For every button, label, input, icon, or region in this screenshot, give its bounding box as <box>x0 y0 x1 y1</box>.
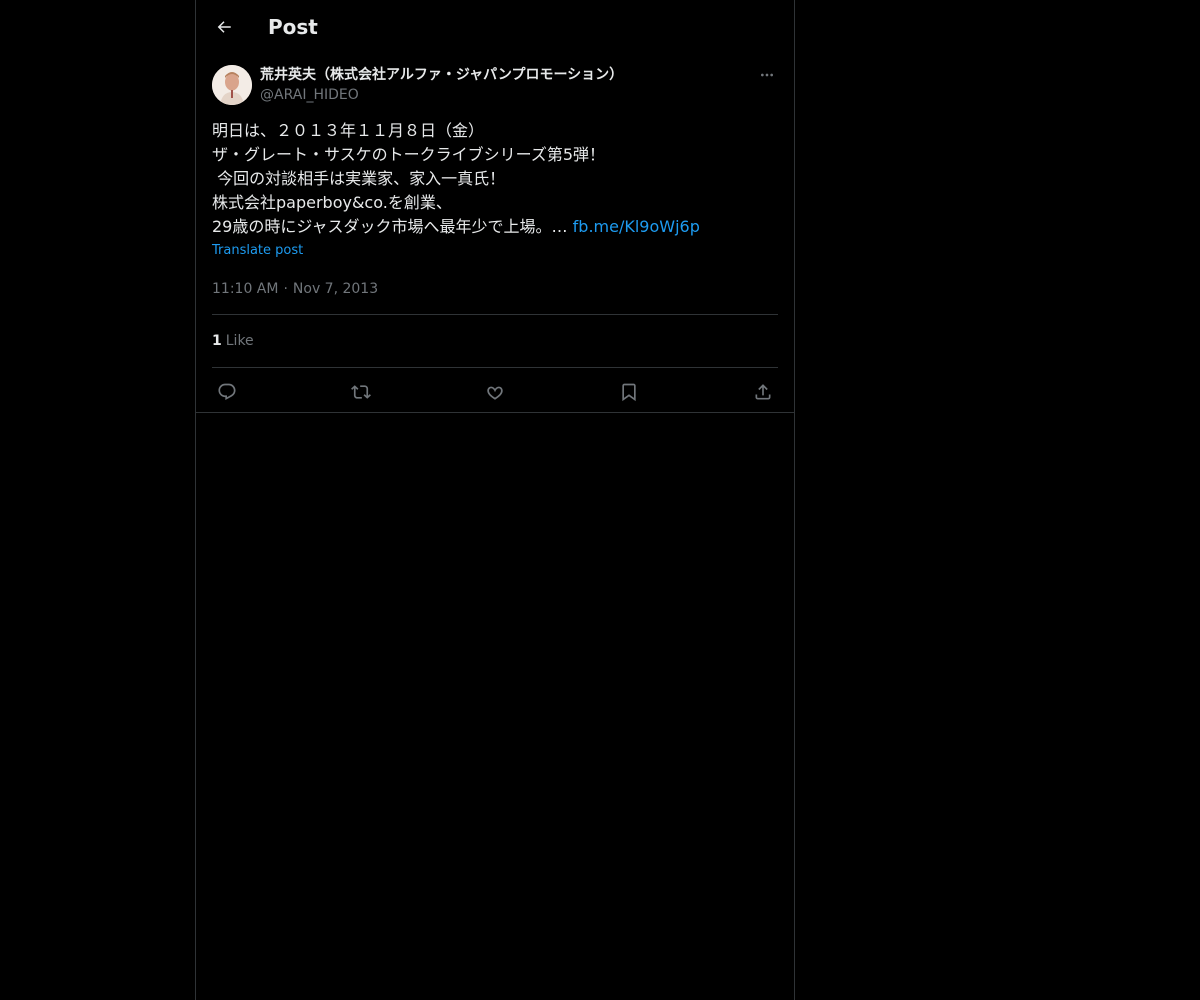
post: 荒井英夫（株式会社アルファ・ジャパンプロモーション） @ARAI_HIDEO 明… <box>196 64 794 415</box>
post-line: 今回の対談相手は実業家、家入一真氏！ <box>212 169 506 188</box>
post-link[interactable]: fb.me/Kl9oWj6p <box>573 217 700 236</box>
post-line: 明日は、２０１３年１１月８日（金） <box>212 121 485 140</box>
post-last-line: 29歳の時にジャスダック市場へ最年少で上場。… fb.me/Kl9oWj6p <box>212 215 778 239</box>
bookmark-button[interactable] <box>614 377 644 407</box>
author-name[interactable]: 荒井英夫（株式会社アルファ・ジャパンプロモーション） <box>260 66 623 84</box>
reply-icon <box>218 383 236 400</box>
author-handle[interactable]: @ARAI_HIDEO <box>260 86 359 104</box>
post-line: 株式会社paperboy&co.を創業、 <box>212 193 452 212</box>
bookmark-icon <box>622 383 636 401</box>
post-text: 明日は、２０１３年１１月８日（金） ザ・グレート・サスケのトークライブシリーズ第… <box>212 119 778 239</box>
translate-post-link[interactable]: Translate post <box>212 242 303 260</box>
main-column: Post 荒井英夫（株式会社アルファ・ジャパンプロモーション） @ARAI_HI… <box>195 0 795 1000</box>
avatar[interactable] <box>212 65 252 105</box>
like-icon <box>487 386 503 400</box>
page-title: Post <box>268 15 318 39</box>
repost-button[interactable] <box>346 377 376 407</box>
divider <box>196 412 794 413</box>
like-label: Like <box>225 333 254 349</box>
like-count: 1 <box>212 333 222 349</box>
share-button[interactable] <box>748 377 778 407</box>
back-button[interactable] <box>210 13 238 41</box>
post-line: 29歳の時にジャスダック市場へ最年少で上場。… <box>212 217 573 236</box>
reply-button[interactable] <box>212 377 242 407</box>
avatar-image <box>212 65 252 105</box>
post-date[interactable]: Nov 7, 2013 <box>293 281 378 297</box>
post-line: ザ・グレート・サスケのトークライブシリーズ第5弾！ <box>212 145 606 164</box>
meta-separator: · <box>283 281 288 297</box>
repost-icon <box>351 384 371 399</box>
more-button[interactable] <box>756 64 778 86</box>
likes-row[interactable]: 1 Like <box>212 315 778 368</box>
post-time[interactable]: 11:10 AM <box>212 281 278 297</box>
arrow-left-icon <box>217 21 231 33</box>
action-bar <box>212 368 778 415</box>
share-icon <box>755 383 771 399</box>
top-bar: Post <box>196 0 794 54</box>
more-horizontal-icon <box>761 73 773 77</box>
post-meta: 11:10 AM · Nov 7, 2013 <box>212 280 778 315</box>
like-button[interactable] <box>480 377 510 407</box>
author-row: 荒井英夫（株式会社アルファ・ジャパンプロモーション） @ARAI_HIDEO <box>212 64 778 120</box>
